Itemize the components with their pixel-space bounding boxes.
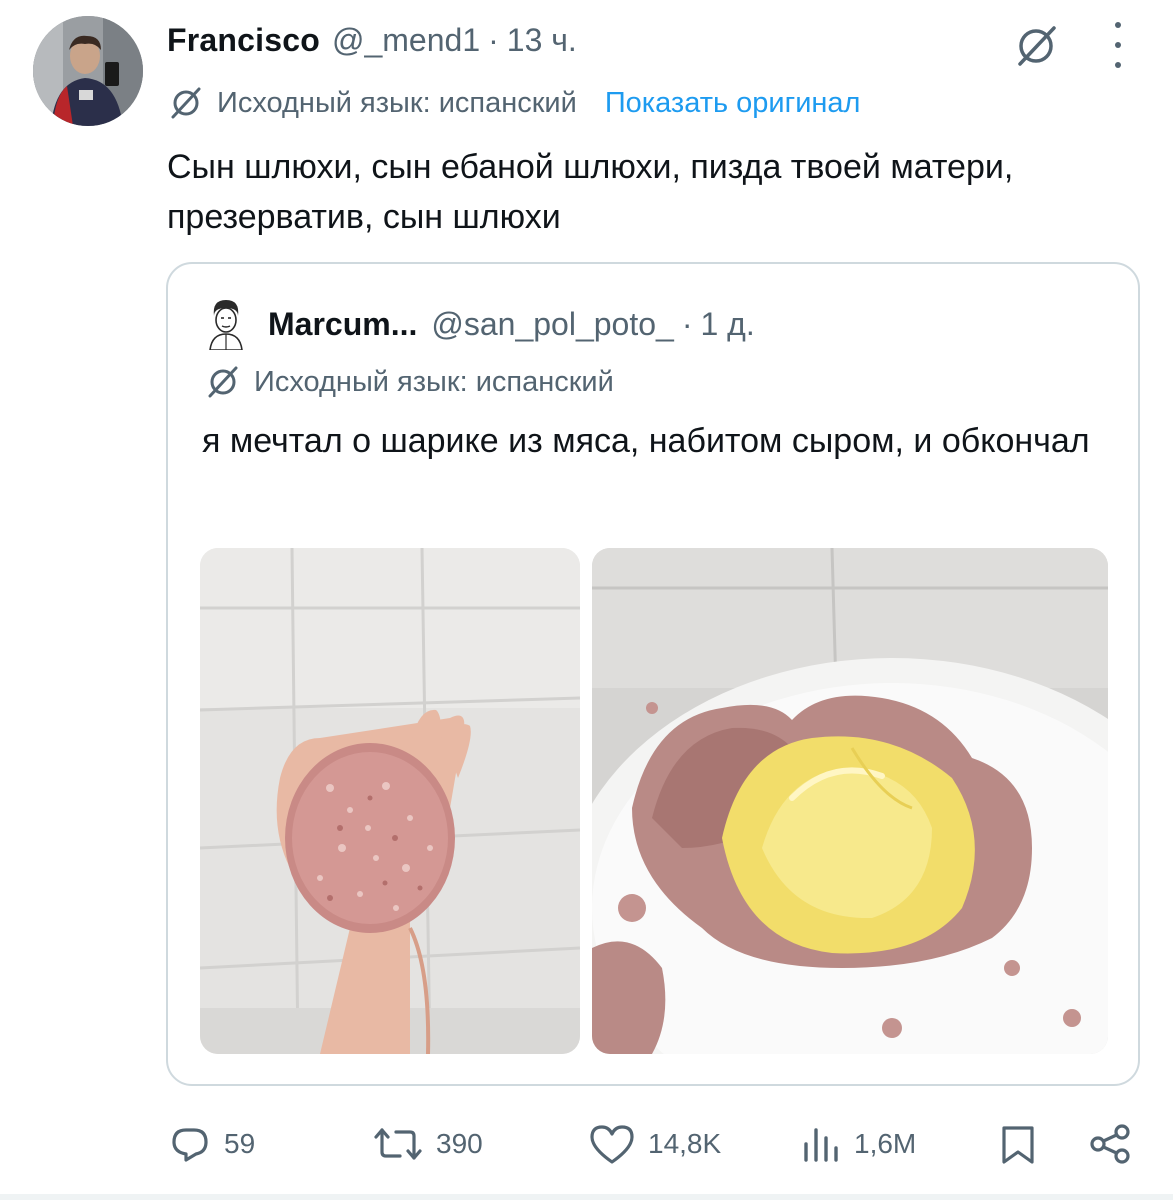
reply-icon xyxy=(172,1128,208,1162)
retweet-count: 390 xyxy=(436,1128,483,1159)
translate-icon xyxy=(167,84,205,122)
quote-author-avatar[interactable] xyxy=(204,296,248,351)
retweet-button[interactable]: 390 xyxy=(372,1112,483,1176)
quote-header: Marcum... @san_pol_poto_ · 1 д. xyxy=(268,302,755,346)
views-button[interactable]: 1,6M xyxy=(798,1112,916,1176)
reply-count: 59 xyxy=(224,1128,256,1159)
separator-dot: · xyxy=(488,21,499,58)
bottom-divider xyxy=(0,1194,1173,1200)
translation-notice: Исходный язык: испанский Показать оригин… xyxy=(167,83,860,123)
separator-dot: · xyxy=(681,305,693,342)
author-avatar[interactable] xyxy=(33,16,143,126)
share-icon xyxy=(1090,1124,1130,1164)
quote-text: я мечтал о шарике из мяса, набитом сыром… xyxy=(202,422,1090,460)
bookmark-button[interactable] xyxy=(996,1112,1040,1176)
like-button[interactable]: 14,8K xyxy=(588,1112,721,1176)
bookmark-icon xyxy=(1002,1126,1034,1164)
retweet-icon xyxy=(374,1128,422,1160)
quote-photo-raw-meatball[interactable] xyxy=(200,548,580,1054)
author-handle[interactable]: @_mend1 xyxy=(332,22,480,59)
like-count: 14,8K xyxy=(648,1128,722,1159)
quote-author-name[interactable]: Marcum... xyxy=(268,306,417,343)
language-label: Исходный язык: испанский xyxy=(217,86,577,119)
reply-button[interactable]: 59 xyxy=(168,1112,255,1176)
grok-icon[interactable] xyxy=(1010,20,1062,72)
quote-photo-cheese-meatball[interactable] xyxy=(592,548,1108,1054)
views-icon xyxy=(804,1128,838,1162)
tweet-text: Сын шлюхи, сын ебаной шлюхи, пизда твоей… xyxy=(167,148,1014,236)
author-name[interactable]: Francisco xyxy=(167,22,320,59)
quote-author-handle[interactable]: @san_pol_poto_ xyxy=(431,306,673,343)
tweet-action-bar: 59 390 14,8K 1,6M xyxy=(0,1112,1173,1176)
tweet-header: Francisco @_mend1 · 13 ч. xyxy=(167,20,577,60)
translate-icon xyxy=(204,363,242,401)
quote-time[interactable]: 1 д. xyxy=(700,306,754,343)
quote-language-label: Исходный язык: испанский xyxy=(254,365,614,398)
tweet-time[interactable]: 13 ч. xyxy=(507,22,577,59)
views-count: 1,6M xyxy=(854,1128,917,1159)
show-original-link[interactable]: Показать оригинал xyxy=(605,87,861,120)
quoted-tweet[interactable]: Marcum... @san_pol_poto_ · 1 д. Исходный… xyxy=(166,262,1140,1086)
quote-translation-notice: Исходный язык: испанский xyxy=(204,362,614,402)
more-icon[interactable] xyxy=(1100,22,1136,68)
share-button[interactable] xyxy=(1088,1112,1132,1176)
like-icon xyxy=(590,1125,634,1164)
